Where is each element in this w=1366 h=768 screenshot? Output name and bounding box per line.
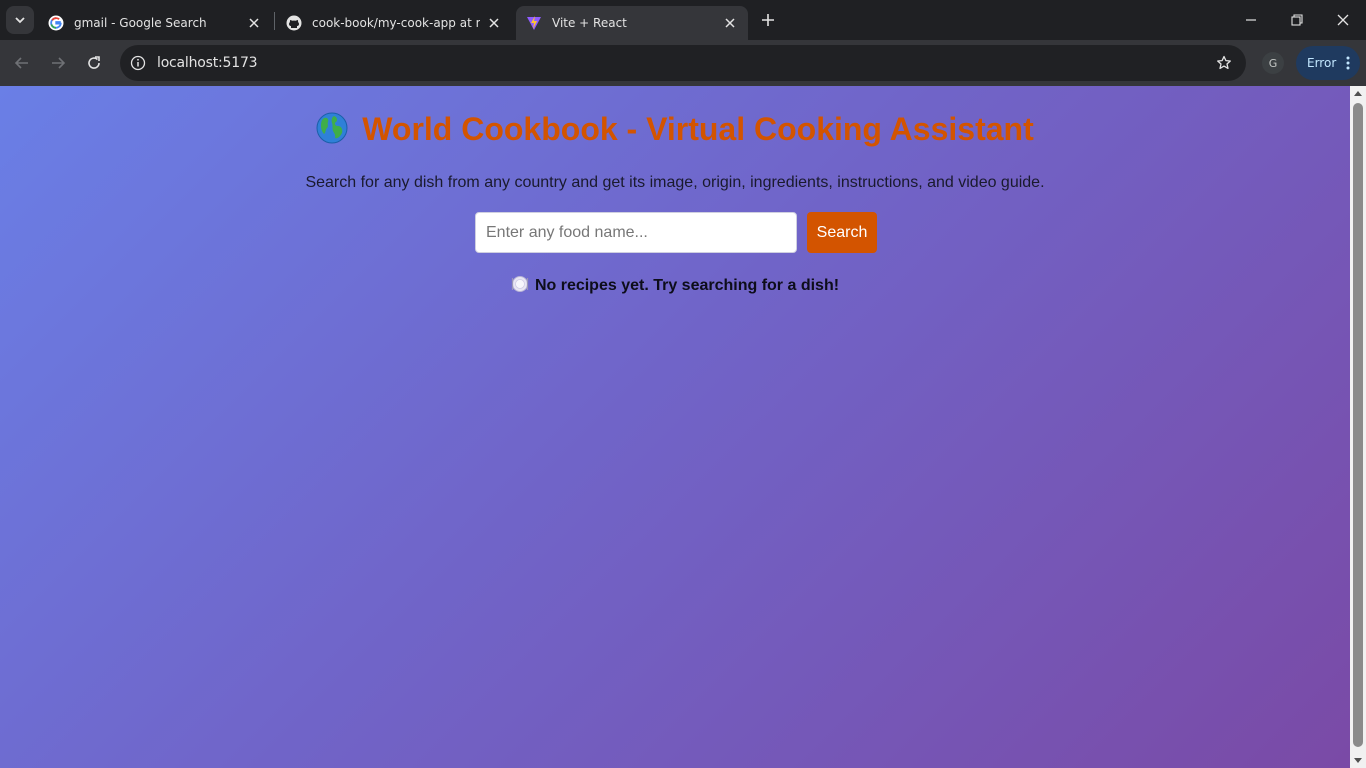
back-button[interactable] xyxy=(8,49,36,77)
tab-divider xyxy=(274,12,275,30)
profile-avatar[interactable]: G xyxy=(1262,52,1284,74)
arrow-right-icon xyxy=(52,57,66,69)
empty-state-message: No recipes yet. Try searching for a dish… xyxy=(0,275,1350,295)
reload-button[interactable] xyxy=(80,49,108,77)
minimize-icon xyxy=(1246,19,1256,21)
tab-strip: gmail - Google Search cook-book/my-cook-… xyxy=(0,0,1366,40)
address-bar[interactable]: localhost:5173 xyxy=(120,45,1246,81)
globe-icon xyxy=(316,112,348,144)
close-icon[interactable] xyxy=(486,15,502,31)
tab-vite-react[interactable]: Vite + React xyxy=(516,6,748,40)
info-icon xyxy=(130,55,146,71)
page-title: World Cookbook - Virtual Cooking Assista… xyxy=(362,111,1034,147)
page-viewport: World Cookbook - Virtual Cooking Assista… xyxy=(0,86,1350,768)
restore-icon xyxy=(1291,14,1303,26)
plus-icon xyxy=(762,14,774,26)
search-button[interactable]: Search xyxy=(807,212,877,253)
browser-toolbar: localhost:5173 G Error xyxy=(0,40,1366,86)
error-label: Error xyxy=(1307,56,1337,70)
tab-title: cook-book/my-cook-app at main xyxy=(312,16,480,30)
close-icon xyxy=(1337,14,1349,26)
tab-search-button[interactable] xyxy=(6,6,34,34)
empty-state-text: No recipes yet. Try searching for a dish… xyxy=(534,277,840,294)
restore-button[interactable] xyxy=(1274,0,1320,40)
site-info-button[interactable] xyxy=(125,50,151,76)
close-icon[interactable] xyxy=(722,15,738,31)
tab-github[interactable]: cook-book/my-cook-app at main xyxy=(276,6,512,40)
github-icon xyxy=(286,15,302,31)
chevron-down-icon xyxy=(15,17,25,24)
url-text: localhost:5173 xyxy=(157,55,258,71)
plate-icon xyxy=(511,276,529,292)
arrow-left-icon xyxy=(14,57,28,69)
forward-button[interactable] xyxy=(44,49,72,77)
google-icon xyxy=(48,15,64,31)
tab-title: Vite + React xyxy=(552,16,627,30)
page-subtitle: Search for any dish from any country and… xyxy=(305,174,1045,191)
star-icon xyxy=(1217,55,1231,70)
minimize-button[interactable] xyxy=(1228,0,1274,40)
scroll-up-arrow-icon[interactable] xyxy=(1354,91,1362,96)
close-icon[interactable] xyxy=(246,15,262,31)
tab-title: gmail - Google Search xyxy=(74,16,207,30)
error-button[interactable]: Error xyxy=(1296,46,1360,80)
vite-icon xyxy=(527,16,541,30)
new-tab-button[interactable] xyxy=(756,8,780,32)
close-window-button[interactable] xyxy=(1320,0,1366,40)
reload-icon xyxy=(88,56,100,69)
food-search-input[interactable] xyxy=(475,212,797,253)
page-scrollbar[interactable] xyxy=(1350,86,1366,768)
page-title-heading: World Cookbook - Virtual Cooking Assista… xyxy=(0,111,1350,148)
more-vert-icon xyxy=(1346,56,1350,70)
tab-google-search[interactable]: gmail - Google Search xyxy=(38,6,272,40)
scroll-down-arrow-icon[interactable] xyxy=(1354,758,1362,763)
bookmark-button[interactable] xyxy=(1214,53,1234,73)
scrollbar-thumb[interactable] xyxy=(1353,103,1363,747)
